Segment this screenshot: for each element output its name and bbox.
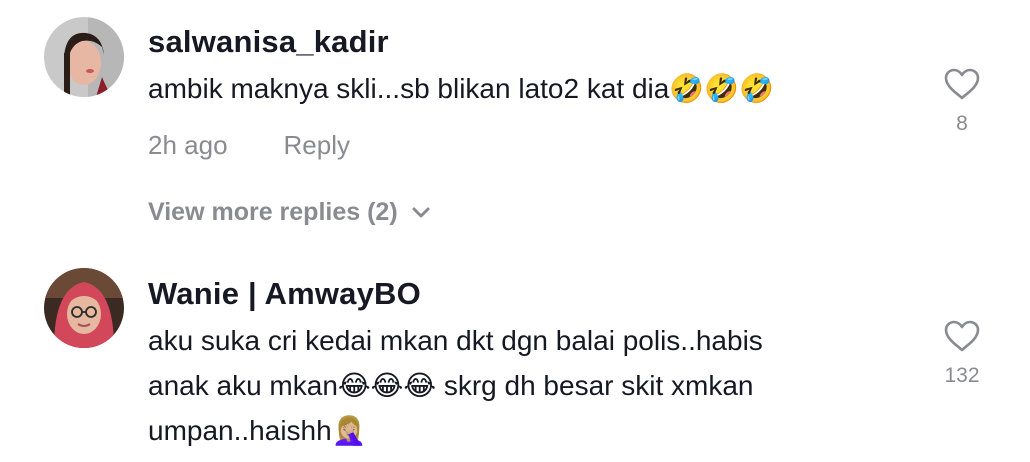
reply-button[interactable]: Reply <box>284 130 350 161</box>
comment-item: salwanisa_kadir ambik maknya skli...sb b… <box>0 0 1030 190</box>
like-button[interactable]: 8 <box>938 68 986 136</box>
heart-outline-icon[interactable] <box>944 320 980 352</box>
like-button[interactable]: 132 <box>938 320 986 388</box>
profile-photo-icon <box>44 17 124 97</box>
like-count: 8 <box>956 112 968 135</box>
chevron-down-icon <box>412 207 430 217</box>
comment-meta: 2h ago Reply <box>148 130 350 161</box>
comment-username[interactable]: Wanie | AmwayBO <box>148 276 421 312</box>
comment-item: Wanie | AmwayBO aku suka cri kedai mkan … <box>0 250 1030 462</box>
view-more-replies-button[interactable]: View more replies (2) <box>148 198 430 227</box>
comment-text: ambik maknya skli...sb blikan lato2 kat … <box>148 73 774 104</box>
comment-text: aku suka cri kedai mkan dkt dgn balai po… <box>148 325 763 446</box>
avatar[interactable] <box>44 268 124 348</box>
view-more-replies-label: View more replies (2) <box>148 198 398 226</box>
heart-outline-icon[interactable] <box>944 68 980 100</box>
comment-username[interactable]: salwanisa_kadir <box>148 24 389 60</box>
like-count: 132 <box>944 364 980 387</box>
profile-photo-icon <box>44 268 124 348</box>
comment-timestamp: 2h ago <box>148 130 228 160</box>
avatar[interactable] <box>44 17 124 97</box>
